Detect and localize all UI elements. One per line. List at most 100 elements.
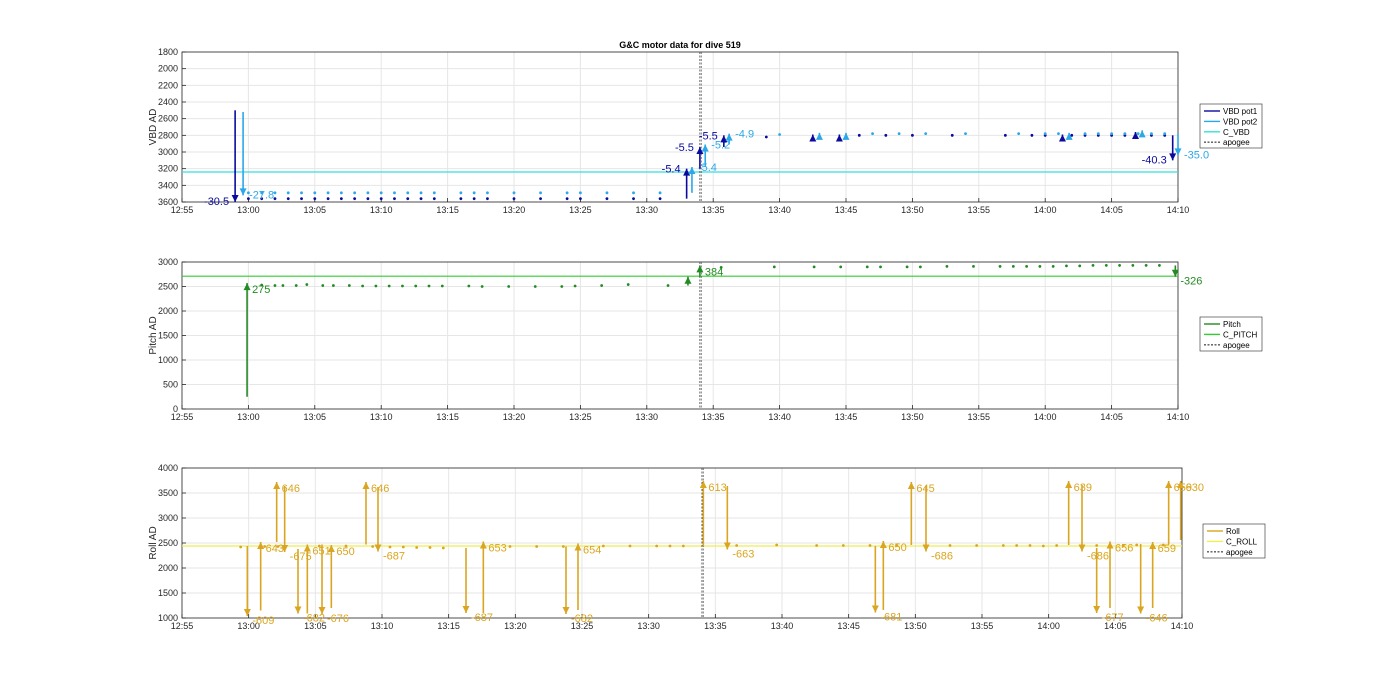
- data-point: [281, 284, 285, 287]
- move-arrow-head: [243, 609, 251, 616]
- data-point: [605, 191, 609, 195]
- move-label: -676: [327, 613, 349, 625]
- y-tick-label: 2000: [158, 563, 178, 573]
- data-point: [1096, 132, 1100, 136]
- data-point: [286, 191, 290, 195]
- data-point: [419, 197, 423, 201]
- legend-entry: VBD pot1: [1223, 107, 1258, 116]
- data-point: [950, 133, 954, 137]
- data-point: [775, 543, 779, 547]
- data-point: [1015, 544, 1019, 547]
- data-point: [868, 544, 872, 547]
- data-point: [300, 197, 303, 201]
- legend-entry: apogee: [1223, 138, 1250, 147]
- move-arrow-head: [696, 265, 704, 273]
- legend-entry: C_PITCH: [1223, 330, 1257, 339]
- data-point: [964, 132, 967, 136]
- data-point: [387, 284, 391, 288]
- data-point: [632, 191, 635, 195]
- data-point: [1043, 132, 1047, 136]
- move-label: -646: [1146, 613, 1168, 625]
- move-label: -686: [931, 551, 953, 563]
- move-arrow-head: [1165, 481, 1173, 488]
- y-tick-label: 2000: [158, 306, 178, 316]
- x-tick-label: 13:55: [971, 621, 994, 631]
- legend-entry: Roll: [1226, 527, 1240, 536]
- data-point: [472, 197, 476, 201]
- data-point: [1150, 132, 1153, 136]
- data-point: [305, 283, 309, 286]
- data-point: [1038, 265, 1042, 268]
- move-label: -30.5: [204, 196, 229, 208]
- data-point: [579, 191, 582, 195]
- move-arrow-head: [815, 132, 823, 140]
- data-point: [440, 284, 444, 288]
- data-point: [339, 197, 343, 201]
- data-point: [561, 545, 565, 548]
- y-tick-label: 2000: [158, 64, 178, 74]
- move-arrow-head: [574, 543, 582, 551]
- x-tick-label: 13:50: [901, 412, 924, 422]
- data-point: [655, 544, 659, 548]
- x-tick-label: 13:15: [436, 205, 459, 215]
- data-point: [884, 133, 888, 137]
- data-point: [812, 265, 816, 269]
- data-point: [379, 191, 383, 195]
- x-tick-label: 13:40: [768, 412, 791, 422]
- data-point: [865, 265, 869, 269]
- data-point: [632, 197, 635, 201]
- data-point: [366, 197, 370, 201]
- data-point: [681, 544, 685, 548]
- x-tick-label: 13:15: [437, 621, 460, 631]
- data-point: [1136, 132, 1140, 136]
- y-tick-label: 1000: [158, 355, 178, 365]
- legend-entry: C_VBD: [1223, 128, 1250, 137]
- move-label: 653: [488, 543, 506, 555]
- data-point: [432, 191, 436, 195]
- data-point: [1017, 132, 1021, 136]
- move-label: 656: [1115, 543, 1133, 555]
- data-point: [1028, 544, 1032, 547]
- data-point: [841, 544, 845, 547]
- data-point: [1025, 265, 1029, 268]
- move-arrow-head: [273, 482, 281, 489]
- y-tick-label: 2200: [158, 80, 178, 90]
- data-point: [374, 284, 378, 288]
- data-point: [1055, 544, 1059, 547]
- move-arrow-head: [907, 482, 915, 489]
- data-point: [1110, 132, 1113, 136]
- x-tick-label: 13:00: [237, 412, 260, 422]
- x-tick-label: 13:50: [904, 621, 927, 631]
- data-point: [239, 545, 243, 549]
- data-point: [331, 284, 335, 287]
- data-point: [565, 191, 569, 195]
- x-tick-label: 13:55: [968, 205, 991, 215]
- data-point: [326, 191, 330, 195]
- x-tick-label: 13:35: [702, 205, 725, 215]
- move-arrow-head: [231, 195, 239, 202]
- chart-title: G&C motor data for dive 519: [619, 40, 741, 50]
- data-point: [918, 265, 922, 269]
- data-point: [668, 544, 672, 548]
- move-arrow-head: [871, 605, 879, 613]
- legend-entry: VBD pot2: [1223, 117, 1258, 126]
- move-arrow-head: [562, 607, 570, 614]
- y-axis-label: Pitch AD: [148, 316, 159, 354]
- y-tick-label: 3500: [158, 488, 178, 498]
- data-point: [353, 191, 357, 195]
- data-point: [393, 191, 396, 195]
- data-point: [1065, 264, 1068, 268]
- data-point: [428, 546, 432, 549]
- x-tick-label: 13:45: [837, 621, 860, 631]
- x-tick-label: 14:00: [1034, 205, 1057, 215]
- move-label: 643: [266, 543, 284, 555]
- x-tick-label: 13:50: [901, 205, 924, 215]
- y-axis-label: Roll AD: [148, 526, 159, 559]
- y-tick-label: 1000: [158, 613, 178, 623]
- data-point: [371, 545, 375, 548]
- data-point: [1003, 133, 1007, 137]
- y-tick-label: 1800: [158, 47, 178, 57]
- data-point: [1030, 133, 1034, 137]
- data-point: [1158, 264, 1161, 267]
- x-tick-label: 13:25: [569, 412, 592, 422]
